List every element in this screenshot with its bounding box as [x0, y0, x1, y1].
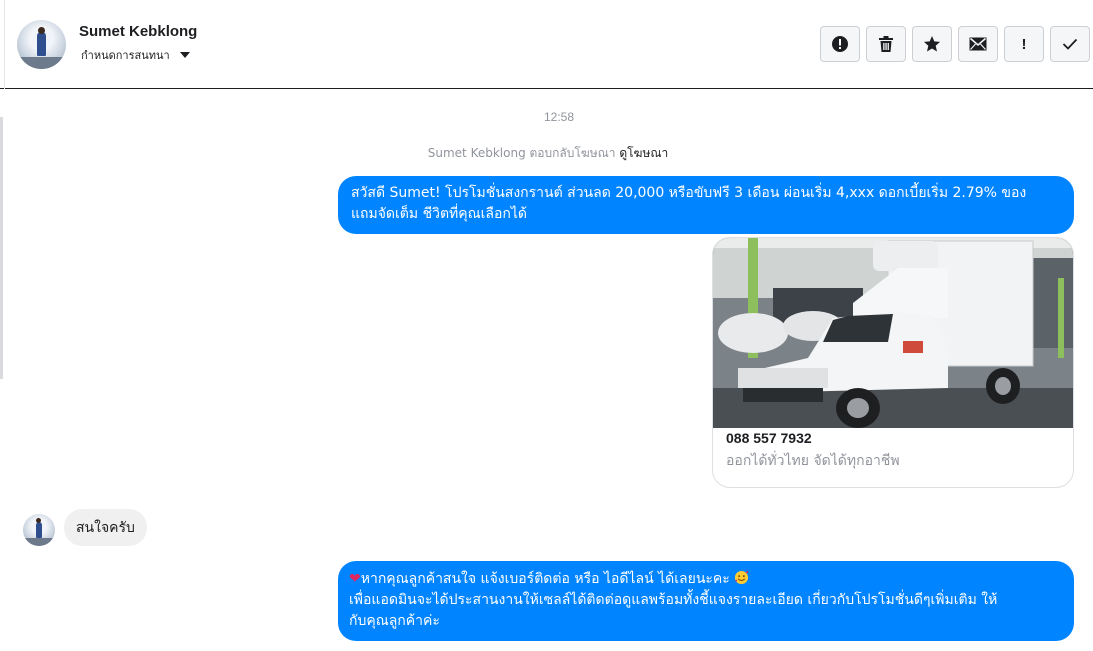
star-icon: [924, 36, 940, 52]
report-button[interactable]: [820, 26, 860, 62]
trash-icon: [879, 36, 893, 52]
message-text-line: สวัสดี Sumet! โปรโมชั่นสงกรานต์ ส่วนลด 2…: [351, 185, 1027, 201]
message-text-line: ❤หากคุณลูกค้าสนใจ แจ้งเบอร์ติดต่อ หรือ ไ…: [349, 569, 1062, 590]
ad-card[interactable]: 088 557 7932 ออกได้ทั่วไทย จัดได้ทุกอาชี…: [712, 237, 1074, 488]
card-subtitle: ออกได้ทั่วไทย จัดได้ทุกอาชีพ: [726, 453, 900, 469]
conversation-assign-dropdown[interactable]: กำหนดการสนทนา: [81, 46, 190, 64]
message-text-line: เพื่อแอดมินจะได้ประสานงานให้เซลล์ได้ติดต…: [349, 592, 998, 608]
outgoing-message[interactable]: สวัสดี Sumet! โปรโมชั่นสงกรานต์ ส่วนลด 2…: [338, 176, 1074, 234]
ad-reply-notice: Sumet Kebklong ตอบกลับโฆษณา ดูโฆษณา: [0, 144, 1093, 163]
check-icon: [1062, 38, 1078, 50]
view-ad-link[interactable]: ดูโฆษณา: [619, 146, 668, 160]
conversation-assign-label: กำหนดการสนทนา: [81, 49, 170, 62]
star-button[interactable]: [912, 26, 952, 62]
ad-reply-text: Sumet Kebklong ตอบกลับโฆษณา: [427, 146, 616, 160]
truck-photo: [713, 238, 1073, 428]
message-text: หากคุณลูกค้าสนใจ แจ้งเบอร์ติดต่อ หรือ ไอ…: [360, 571, 730, 587]
message-text-line: กับคุณลูกค้าค่ะ: [349, 613, 440, 629]
panel-divider: [4, 0, 5, 89]
conversation-header: Sumet Kebklong กำหนดการสนทนา !: [0, 0, 1093, 89]
smiling-face-with-hearts-icon: [735, 570, 749, 585]
conversation-toolbar: !: [820, 26, 1090, 62]
contact-avatar[interactable]: [17, 20, 66, 69]
important-button[interactable]: !: [1004, 26, 1044, 62]
card-title: 088 557 7932: [726, 430, 812, 446]
done-button[interactable]: [1050, 26, 1090, 62]
exclamation-icon: !: [1021, 35, 1027, 53]
message-timestamp: 12:58: [543, 110, 575, 124]
contact-avatar-small[interactable]: [23, 514, 55, 546]
delete-button[interactable]: [866, 26, 906, 62]
incoming-message[interactable]: สนใจครับ: [64, 509, 147, 546]
heart-icon: ❤: [349, 571, 361, 587]
mark-unread-button[interactable]: [958, 26, 998, 62]
message-text-line: แถมจัดเต็ม ชีวิตที่คุณเลือกได้: [351, 206, 527, 222]
envelope-icon: [969, 37, 987, 51]
outgoing-message[interactable]: ❤หากคุณลูกค้าสนใจ แจ้งเบอร์ติดต่อ หรือ ไ…: [338, 561, 1074, 641]
contact-name[interactable]: Sumet Kebklong: [79, 23, 197, 40]
caret-down-icon: [179, 52, 190, 58]
alert-circle-icon: [832, 36, 848, 52]
